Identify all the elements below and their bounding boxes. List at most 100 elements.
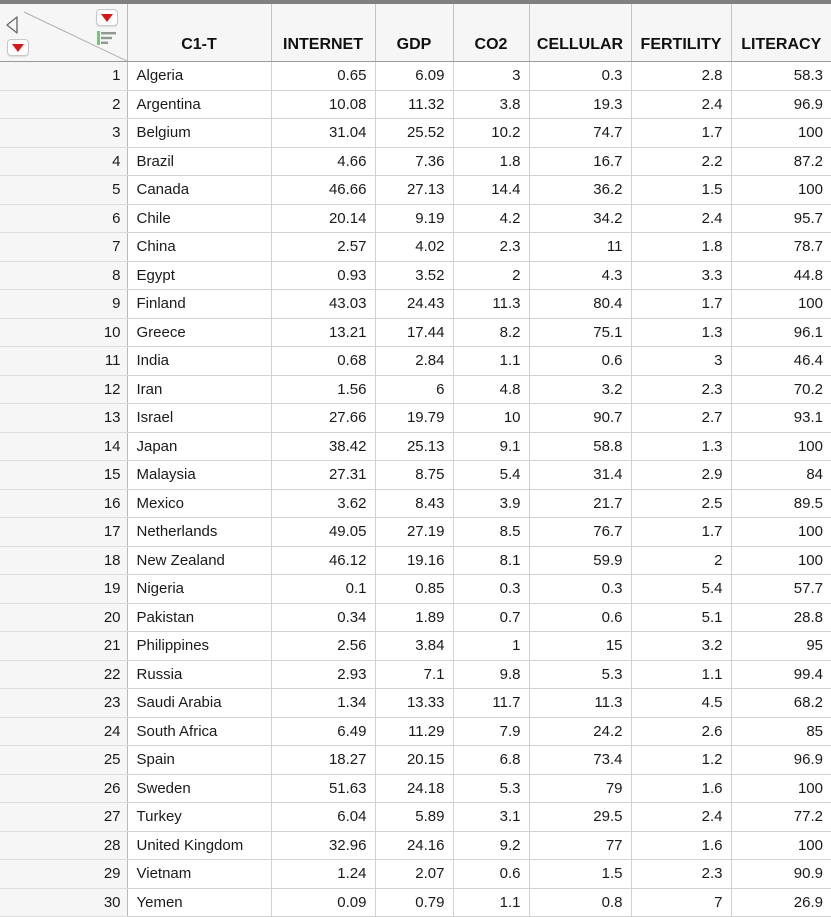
table-row[interactable]: 14 Japan 38.42 25.13 9.1 58.8 1.3 100	[0, 432, 831, 461]
cell-gdp[interactable]: 27.19	[375, 517, 454, 547]
column-header-co2[interactable]: CO2	[453, 4, 530, 62]
cell-fertility[interactable]: 2.9	[631, 460, 732, 490]
cell-country[interactable]: Yemen	[127, 888, 272, 917]
table-row[interactable]: 1 Algeria 0.65 6.09 3 0.3 2.8 58.3	[0, 61, 831, 91]
cell-literacy[interactable]: 85	[731, 717, 831, 746]
cell-co2[interactable]: 3.8	[453, 90, 530, 119]
table-row[interactable]: 26 Sweden 51.63 24.18 5.3 79 1.6 100	[0, 774, 831, 803]
cell-internet[interactable]: 38.42	[271, 432, 376, 461]
cell-gdp[interactable]: 3.52	[375, 261, 454, 290]
cell-literacy[interactable]: 68.2	[731, 688, 831, 718]
cell-cellular[interactable]: 0.3	[529, 61, 632, 91]
cell-gdp[interactable]: 8.75	[375, 460, 454, 490]
cell-cellular[interactable]: 36.2	[529, 175, 632, 205]
cell-literacy[interactable]: 58.3	[731, 61, 831, 91]
cell-co2[interactable]: 11.3	[453, 289, 530, 319]
table-row[interactable]: 3 Belgium 31.04 25.52 10.2 74.7 1.7 100	[0, 118, 831, 148]
cell-internet[interactable]: 27.66	[271, 403, 376, 433]
cell-gdp[interactable]: 1.89	[375, 603, 454, 632]
cell-co2[interactable]: 14.4	[453, 175, 530, 205]
cell-cellular[interactable]: 5.3	[529, 660, 632, 689]
cell-co2[interactable]: 4.8	[453, 375, 530, 404]
cell-gdp[interactable]: 19.79	[375, 403, 454, 433]
cell-country[interactable]: Russia	[127, 660, 272, 689]
cell-fertility[interactable]: 2.5	[631, 489, 732, 518]
row-number-cell[interactable]: 17	[0, 517, 128, 547]
cell-fertility[interactable]: 1.3	[631, 318, 732, 347]
table-row[interactable]: 12 Iran 1.56 6 4.8 3.2 2.3 70.2	[0, 375, 831, 404]
cell-gdp[interactable]: 2.84	[375, 346, 454, 376]
cell-country[interactable]: Greece	[127, 318, 272, 347]
cell-literacy[interactable]: 100	[731, 774, 831, 803]
cell-gdp[interactable]: 8.43	[375, 489, 454, 518]
cell-internet[interactable]: 46.12	[271, 546, 376, 575]
cell-fertility[interactable]: 3.3	[631, 261, 732, 290]
cell-fertility[interactable]: 3	[631, 346, 732, 376]
sort-lines-icon[interactable]	[97, 31, 117, 45]
cell-country[interactable]: Malaysia	[127, 460, 272, 490]
cell-gdp[interactable]: 7.1	[375, 660, 454, 689]
cell-co2[interactable]: 10.2	[453, 118, 530, 148]
table-row[interactable]: 10 Greece 13.21 17.44 8.2 75.1 1.3 96.1	[0, 318, 831, 347]
cell-cellular[interactable]: 31.4	[529, 460, 632, 490]
row-number-cell[interactable]: 28	[0, 831, 128, 860]
cell-co2[interactable]: 1.1	[453, 346, 530, 376]
table-row[interactable]: 25 Spain 18.27 20.15 6.8 73.4 1.2 96.9	[0, 745, 831, 775]
cell-internet[interactable]: 31.04	[271, 118, 376, 148]
cell-literacy[interactable]: 90.9	[731, 859, 831, 889]
cell-cellular[interactable]: 11	[529, 232, 632, 262]
cell-country[interactable]: Belgium	[127, 118, 272, 148]
cell-internet[interactable]: 0.09	[271, 888, 376, 917]
cell-gdp[interactable]: 19.16	[375, 546, 454, 575]
cell-country[interactable]: Argentina	[127, 90, 272, 119]
cell-co2[interactable]: 1.8	[453, 147, 530, 176]
row-number-cell[interactable]: 20	[0, 603, 128, 632]
cell-fertility[interactable]: 1.8	[631, 232, 732, 262]
table-row[interactable]: 11 India 0.68 2.84 1.1 0.6 3 46.4	[0, 346, 831, 376]
cell-cellular[interactable]: 0.6	[529, 603, 632, 632]
cell-co2[interactable]: 2	[453, 261, 530, 290]
cell-co2[interactable]: 8.2	[453, 318, 530, 347]
cell-cellular[interactable]: 90.7	[529, 403, 632, 433]
cell-internet[interactable]: 0.65	[271, 61, 376, 91]
cell-co2[interactable]: 0.7	[453, 603, 530, 632]
cell-literacy[interactable]: 100	[731, 289, 831, 319]
cell-cellular[interactable]: 58.8	[529, 432, 632, 461]
cell-cellular[interactable]: 79	[529, 774, 632, 803]
column-header-country[interactable]: C1-T	[127, 4, 272, 62]
table-row[interactable]: 22 Russia 2.93 7.1 9.8 5.3 1.1 99.4	[0, 660, 831, 689]
cell-literacy[interactable]: 96.1	[731, 318, 831, 347]
cell-gdp[interactable]: 7.36	[375, 147, 454, 176]
cell-literacy[interactable]: 95.7	[731, 204, 831, 233]
cell-country[interactable]: India	[127, 346, 272, 376]
cell-country[interactable]: Sweden	[127, 774, 272, 803]
row-number-cell[interactable]: 5	[0, 175, 128, 205]
cell-fertility[interactable]: 1.7	[631, 289, 732, 319]
cell-cellular[interactable]: 15	[529, 631, 632, 661]
cell-internet[interactable]: 43.03	[271, 289, 376, 319]
cell-co2[interactable]: 10	[453, 403, 530, 433]
cell-internet[interactable]: 51.63	[271, 774, 376, 803]
cell-fertility[interactable]: 2.4	[631, 802, 732, 832]
cell-cellular[interactable]: 29.5	[529, 802, 632, 832]
row-number-cell[interactable]: 24	[0, 717, 128, 746]
cell-co2[interactable]: 9.1	[453, 432, 530, 461]
cell-literacy[interactable]: 93.1	[731, 403, 831, 433]
row-number-cell[interactable]: 6	[0, 204, 128, 233]
cell-fertility[interactable]: 2	[631, 546, 732, 575]
cell-fertility[interactable]: 2.6	[631, 717, 732, 746]
table-corner-cell[interactable]	[0, 4, 128, 62]
table-row[interactable]: 13 Israel 27.66 19.79 10 90.7 2.7 93.1	[0, 403, 831, 433]
table-row[interactable]: 21 Philippines 2.56 3.84 1 15 3.2 95	[0, 631, 831, 661]
column-header-fertility[interactable]: FERTILITY	[631, 4, 732, 62]
cell-internet[interactable]: 32.96	[271, 831, 376, 860]
cell-country[interactable]: South Africa	[127, 717, 272, 746]
cell-literacy[interactable]: 95	[731, 631, 831, 661]
cell-country[interactable]: Philippines	[127, 631, 272, 661]
cell-fertility[interactable]: 2.7	[631, 403, 732, 433]
cell-cellular[interactable]: 34.2	[529, 204, 632, 233]
cell-gdp[interactable]: 4.02	[375, 232, 454, 262]
cell-fertility[interactable]: 2.4	[631, 90, 732, 119]
cell-cellular[interactable]: 59.9	[529, 546, 632, 575]
cell-fertility[interactable]: 1.6	[631, 774, 732, 803]
